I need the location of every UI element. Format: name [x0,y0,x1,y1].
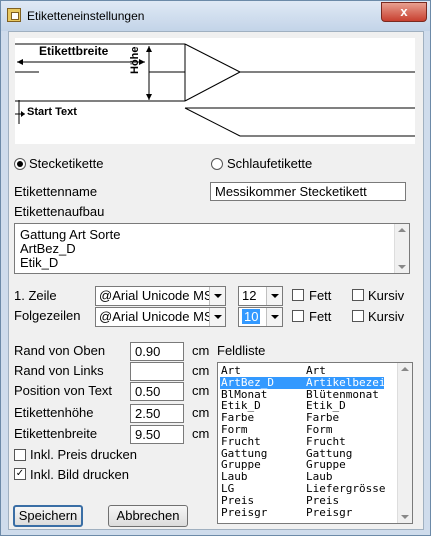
fieldlist-description: Frucht [306,434,346,448]
dim-label-textpos: Position von Text [14,383,113,398]
line1-bold-label[interactable]: Fett [309,288,331,303]
line1-size-select[interactable]: 12 [238,286,283,306]
fieldlist-code: ArtBez_D [221,375,274,389]
include-price-checkbox[interactable] [14,449,26,461]
fieldlist-rows: Art Art ArtBez_D Artikelbezei BlMonat Blütenm… [220,365,386,523]
fieldlist-row[interactable]: Preisgr Preisgr [220,505,384,519]
fieldlist-description: Preis [306,493,340,507]
dim-unit: cm [192,343,210,358]
include-image-label[interactable]: Inkl. Bild drucken [30,467,129,482]
fieldlist-code: Preis [221,493,255,507]
save-button[interactable]: Speichern [13,505,83,527]
line1-bold-checkbox[interactable] [292,289,304,301]
include-price-label[interactable]: Inkl. Preis drucken [30,447,137,462]
dim-label-height: Etikettenhöhe [14,405,94,420]
nextlines-caption: Folgezeilen [14,308,81,323]
structure-line: Gattung Art Sorte [20,227,121,242]
structure-textarea[interactable]: Gattung Art Sorte ArtBez_D Etik_D [14,223,410,274]
structure-line: Etik_D [20,255,59,270]
dim-label-left: Rand von Links [14,363,104,378]
structure-caption: Etikettenaufbau [14,204,105,219]
fieldlist-caption: Feldliste [217,343,266,358]
cancel-button[interactable]: Abbrechen [108,505,188,527]
nextlines-italic-checkbox[interactable] [352,310,364,322]
radio-stecketikette[interactable] [14,158,26,170]
nextlines-bold-label[interactable]: Fett [309,309,331,324]
preview-height-label: Höhe [129,46,141,75]
nextlines-font-select[interactable]: @Arial Unicode MS [95,307,226,327]
dim-input-height[interactable]: 2.50 [130,404,184,423]
chevron-down-icon[interactable] [209,287,225,305]
dim-unit: cm [192,383,210,398]
nextlines-font-value: @Arial Unicode MS [99,309,213,324]
fieldlist-row[interactable]: ArtBez_D Artikelbezei [220,375,386,389]
label-preview: Etikettbreite Höhe Start Text [15,38,415,144]
structure-line: ArtBez_D [20,241,76,256]
include-image-checkbox[interactable]: ✓ [14,468,26,480]
fieldlist-row[interactable]: Preis Preis [220,493,384,507]
dim-input-width[interactable]: 9.50 [130,425,184,444]
dim-unit: cm [192,363,210,378]
chevron-down-icon[interactable] [209,308,225,326]
structure-scrollbar[interactable] [394,224,409,273]
preview-start-text-label: Start Text [27,106,77,118]
dim-unit: cm [192,405,210,420]
line1-italic-checkbox[interactable] [352,289,364,301]
dim-input-top[interactable]: 0.90 [130,342,184,361]
label-name-input[interactable]: Messikommer Stecketikett [210,182,406,201]
fieldlist-code: Frucht [221,434,261,448]
nextlines-bold-checkbox[interactable] [292,310,304,322]
close-button[interactable]: x [381,2,427,22]
radio-stecketikette-label[interactable]: Stecketikette [29,156,103,171]
title-bar: Etiketteneinstellungen x [1,1,430,31]
dim-input-textpos[interactable]: 0.50 [130,382,184,401]
window-title: Etiketteneinstellungen [27,9,145,23]
fieldlist-listbox[interactable]: Art Art ArtBez_D Artikelbezei BlMonat Blütenm… [217,362,413,524]
line1-size-value: 12 [242,288,257,303]
line1-italic-label[interactable]: Kursiv [368,288,404,303]
dim-label-top: Rand von Oben [14,343,106,358]
line1-font-value: @Arial Unicode MS [99,288,213,303]
line1-caption: 1. Zeile [14,288,57,303]
nextlines-size-select[interactable]: 10 [238,307,283,327]
dim-unit: cm [192,426,210,441]
dialog-body: Etikettbreite Höhe Start Text Stecketike… [8,31,424,530]
fieldlist-code: Preisgr [221,505,268,519]
dim-input-left[interactable] [130,362,184,381]
preview-width-label: Etikettbreite [39,44,109,58]
dim-label-width: Etikettenbreite [14,426,98,441]
chevron-down-icon[interactable] [266,308,282,326]
fieldlist-scrollbar[interactable] [397,363,412,523]
line1-font-select[interactable]: @Arial Unicode MS [95,286,226,306]
app-icon [7,8,21,22]
nextlines-size-value: 10 [242,309,261,324]
radio-schlaufetikette-label[interactable]: Schlaufetikette [227,156,312,171]
fieldlist-row[interactable]: Frucht Frucht [220,434,384,448]
nextlines-italic-label[interactable]: Kursiv [368,309,404,324]
fieldlist-description: Preisgr [306,505,353,519]
label-name-caption: Etikettenname [14,184,98,199]
fieldlist-description: Artikelbezei [306,375,386,389]
chevron-down-icon[interactable] [266,287,282,305]
radio-schlaufetikette[interactable] [211,158,223,170]
settings-window: Etiketteneinstellungen x Etikettbreite H… [0,0,431,536]
